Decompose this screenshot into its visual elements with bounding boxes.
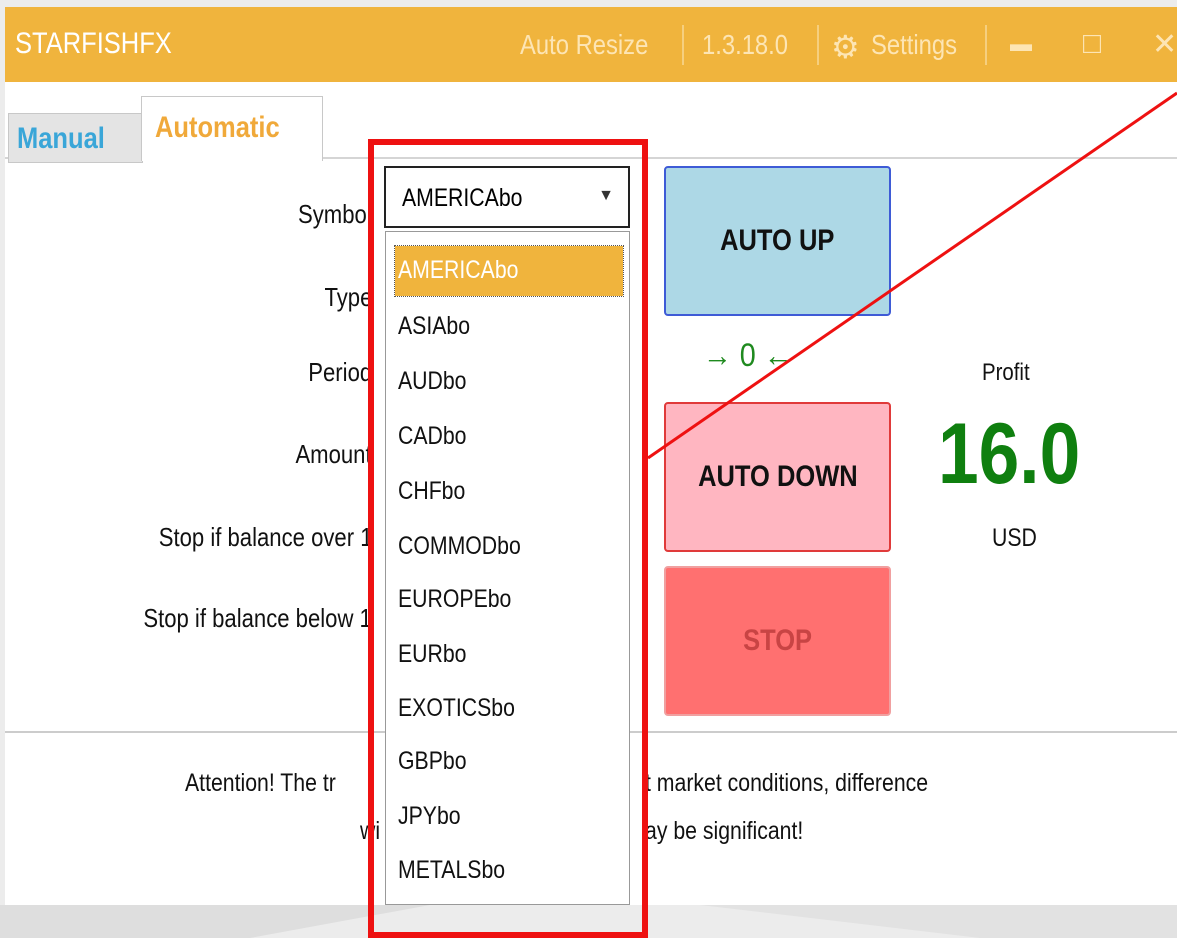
highlight-pointer-line <box>647 91 1177 460</box>
